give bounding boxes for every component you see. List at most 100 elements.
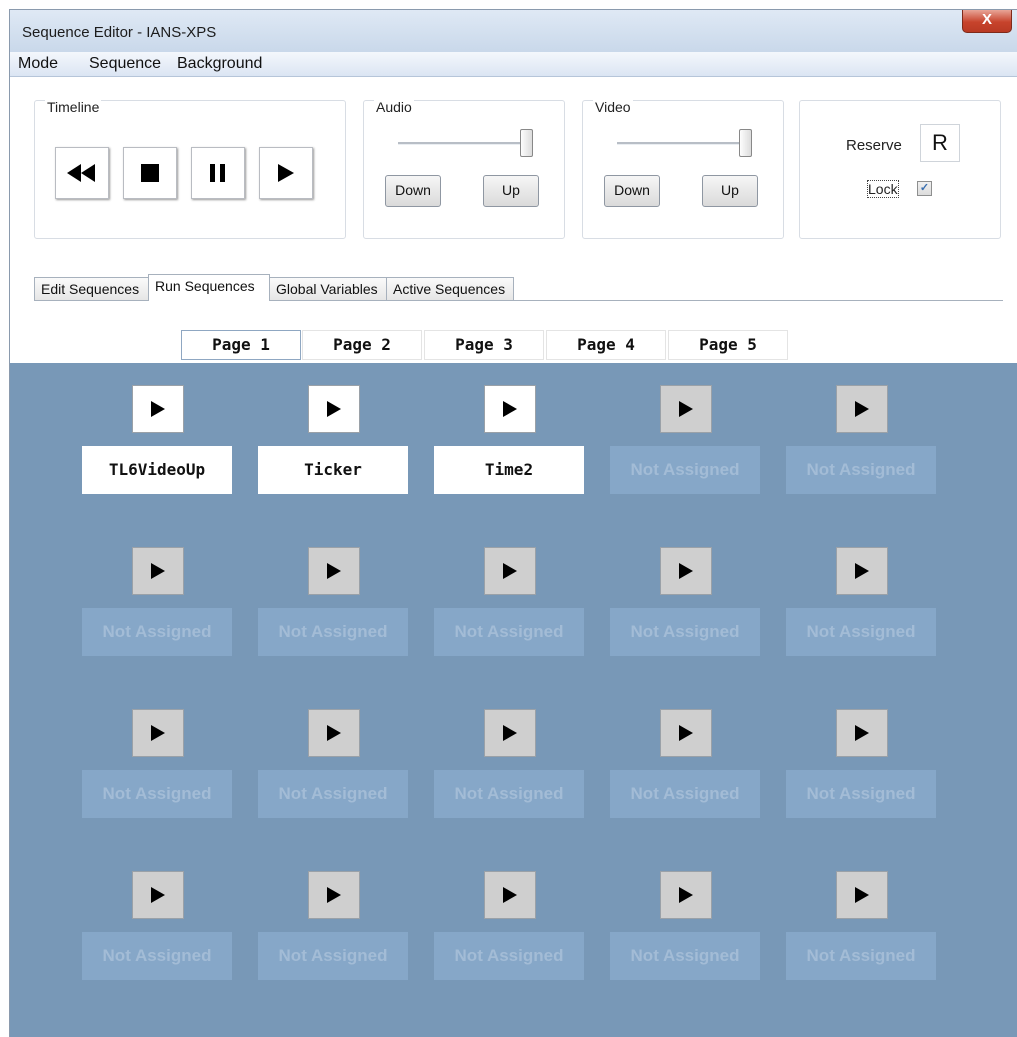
page-tab-5[interactable]: Page 5 [668, 330, 788, 360]
sequence-slot: Not Assigned [82, 709, 232, 819]
menu-sequence[interactable]: Sequence [89, 55, 161, 73]
stop-button[interactable] [123, 147, 177, 199]
sequence-name-label[interactable]: Not Assigned [258, 770, 408, 818]
sequence-name-label[interactable]: Time2 [434, 446, 584, 494]
sequence-play-button[interactable] [836, 385, 888, 433]
sequence-name-label[interactable]: Not Assigned [258, 932, 408, 980]
audio-label: Audio [374, 99, 414, 115]
sequence-slot: Not Assigned [258, 547, 408, 657]
tab-global-variables[interactable]: Global Variables [269, 277, 387, 300]
play-button[interactable] [259, 147, 313, 199]
sequence-play-button[interactable] [836, 709, 888, 757]
sequence-name-label[interactable]: Not Assigned [786, 446, 936, 494]
play-icon [327, 563, 341, 579]
sequence-slot: Not Assigned [786, 709, 936, 819]
sequence-name-label[interactable]: Not Assigned [610, 932, 760, 980]
play-icon [679, 401, 693, 417]
sequence-name-label[interactable]: Ticker [258, 446, 408, 494]
audio-group: Audio Down Up [363, 99, 565, 239]
sequence-editor-window: Sequence Editor - IANS-XPS X Mode Sequen… [9, 9, 1017, 1037]
sequence-play-button[interactable] [660, 385, 712, 433]
sequence-slot: Not Assigned [434, 547, 584, 657]
sequence-play-button[interactable] [836, 547, 888, 595]
sequence-play-button[interactable] [484, 385, 536, 433]
sequence-play-button[interactable] [660, 547, 712, 595]
page-tab-1[interactable]: Page 1 [181, 330, 301, 360]
lock-checkbox[interactable]: ✓ [917, 181, 932, 196]
rewind-button[interactable] [55, 147, 109, 199]
play-icon [327, 887, 341, 903]
close-button[interactable]: X [962, 10, 1012, 33]
menu-background[interactable]: Background [177, 55, 262, 73]
audio-down-button[interactable]: Down [385, 175, 441, 207]
play-icon [503, 887, 517, 903]
sequence-name-label[interactable]: Not Assigned [82, 608, 232, 656]
play-icon [151, 887, 165, 903]
sequence-play-button[interactable] [484, 871, 536, 919]
sequence-play-button[interactable] [308, 709, 360, 757]
video-down-button[interactable]: Down [604, 175, 660, 207]
sequence-play-button[interactable] [484, 547, 536, 595]
play-icon [503, 725, 517, 741]
sequence-slot: Ticker [258, 385, 408, 495]
window-title: Sequence Editor - IANS-XPS [22, 24, 217, 41]
sequence-name-label[interactable]: Not Assigned [610, 446, 760, 494]
play-icon [151, 401, 165, 417]
sequence-name-label[interactable]: Not Assigned [786, 770, 936, 818]
video-slider-thumb[interactable] [739, 129, 752, 157]
timeline-label: Timeline [45, 99, 102, 115]
reserve-label: Reserve [846, 137, 902, 154]
sequence-play-button[interactable] [132, 547, 184, 595]
play-icon [503, 563, 517, 579]
page-tab-2[interactable]: Page 2 [302, 330, 422, 360]
tab-active-sequences[interactable]: Active Sequences [386, 277, 514, 300]
audio-slider-track[interactable] [398, 142, 528, 145]
page-tab-3[interactable]: Page 3 [424, 330, 544, 360]
sequence-name-label[interactable]: Not Assigned [434, 770, 584, 818]
play-icon [855, 887, 869, 903]
title-bar: Sequence Editor - IANS-XPS X [10, 10, 1017, 52]
sequence-name-label[interactable]: Not Assigned [258, 608, 408, 656]
play-icon [151, 725, 165, 741]
client-area: Timeline Audio Down Up Video Down Up Res… [10, 77, 1017, 1037]
sequence-name-label[interactable]: Not Assigned [434, 608, 584, 656]
play-icon [679, 887, 693, 903]
page-selector: Page 1 Page 2 Page 3 Page 4 Page 5 [10, 320, 1017, 362]
video-slider-track[interactable] [617, 142, 747, 145]
sequence-play-button[interactable] [308, 871, 360, 919]
tab-edit-sequences[interactable]: Edit Sequences [34, 277, 152, 300]
tab-run-sequences[interactable]: Run Sequences [148, 274, 270, 301]
sequence-name-label[interactable]: Not Assigned [610, 608, 760, 656]
sequence-slot: Not Assigned [610, 871, 760, 981]
sequence-slot: Not Assigned [610, 547, 760, 657]
sequence-play-button[interactable] [308, 385, 360, 433]
sequence-play-button[interactable] [132, 709, 184, 757]
video-up-button[interactable]: Up [702, 175, 758, 207]
sequence-slot: Not Assigned [786, 547, 936, 657]
page-tab-4[interactable]: Page 4 [546, 330, 666, 360]
sequence-play-button[interactable] [132, 385, 184, 433]
sequence-name-label[interactable]: Not Assigned [786, 932, 936, 980]
stop-icon [141, 164, 159, 182]
sequence-name-label[interactable]: Not Assigned [82, 932, 232, 980]
pause-icon [210, 164, 225, 182]
play-icon [327, 401, 341, 417]
sequence-play-button[interactable] [660, 871, 712, 919]
sequence-name-label[interactable]: Not Assigned [82, 770, 232, 818]
sequence-play-button[interactable] [308, 547, 360, 595]
audio-up-button[interactable]: Up [483, 175, 539, 207]
audio-slider-thumb[interactable] [520, 129, 533, 157]
sequence-play-button[interactable] [132, 871, 184, 919]
video-label: Video [593, 99, 633, 115]
sequence-slot: Not Assigned [786, 385, 936, 495]
sequence-play-button[interactable] [484, 709, 536, 757]
sequence-name-label[interactable]: Not Assigned [610, 770, 760, 818]
reserve-button[interactable]: R [920, 124, 960, 162]
pause-button[interactable] [191, 147, 245, 199]
sequence-name-label[interactable]: TL6VideoUp [82, 446, 232, 494]
menu-mode[interactable]: Mode [18, 55, 58, 73]
sequence-name-label[interactable]: Not Assigned [786, 608, 936, 656]
sequence-play-button[interactable] [836, 871, 888, 919]
sequence-name-label[interactable]: Not Assigned [434, 932, 584, 980]
sequence-play-button[interactable] [660, 709, 712, 757]
